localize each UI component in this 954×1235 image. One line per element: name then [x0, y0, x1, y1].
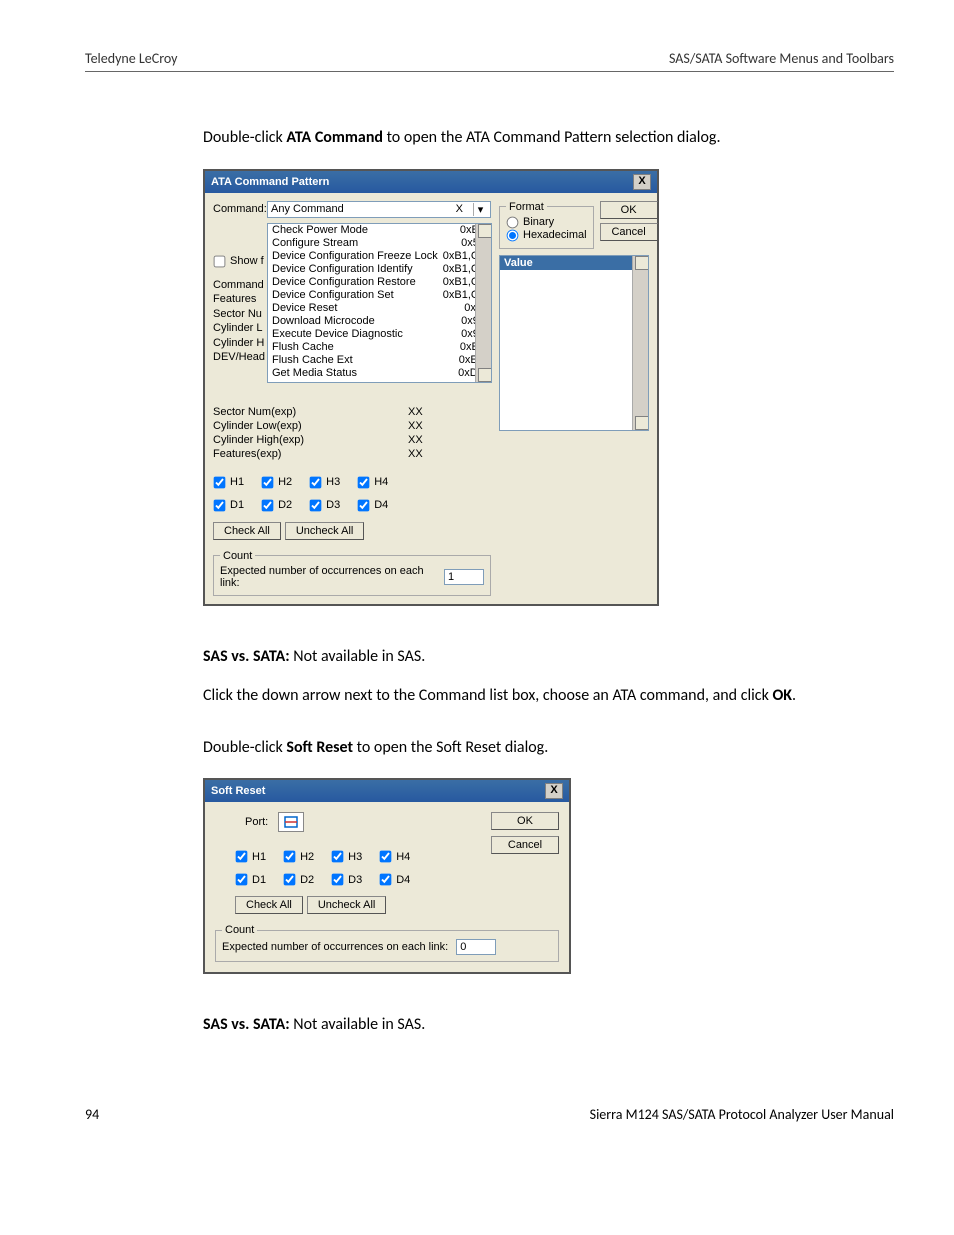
cancel-button[interactable]: Cancel [491, 836, 559, 854]
header-right: SAS/SATA Software Menus and Toolbars [669, 50, 894, 67]
port-label: Port: [245, 816, 268, 828]
sas-note-1: SAS vs. SATA: Not available in SAS. [203, 646, 894, 668]
port-checkbox-d2[interactable]: D2 [283, 873, 314, 886]
dropdown-item[interactable]: Device Configuration Freeze Lock0xB1,C1 [268, 250, 491, 263]
port-checkbox-h4[interactable]: H4 [357, 476, 388, 489]
dropdown-item[interactable]: Device Reset0x 8 [268, 302, 491, 315]
port-checkbox-h2[interactable]: H2 [261, 476, 292, 489]
port-checkbox-h4[interactable]: H4 [379, 850, 410, 863]
dropdown-item[interactable]: Flush Cache0xE7 [268, 341, 491, 354]
field-row: Sector Num(exp)XX [213, 406, 491, 418]
uncheck-all-button[interactable]: Uncheck All [285, 522, 364, 540]
port-checkbox-h1[interactable]: H1 [235, 850, 266, 863]
show-checkbox[interactable]: Show f [213, 255, 264, 268]
port-checkbox-h2[interactable]: H2 [283, 850, 314, 863]
soft-reset-dialog: Soft Reset X OK Cancel Port: [203, 778, 571, 974]
close-icon[interactable]: X [633, 174, 651, 190]
port-checkbox-h1[interactable]: H1 [213, 476, 244, 489]
port-checkbox-d1[interactable]: D1 [213, 499, 244, 512]
dropdown-item[interactable]: Device Configuration Set0xB1,C3 [268, 289, 491, 302]
paragraph-soft-reset-intro: Double-click Soft Reset to open the Soft… [203, 737, 894, 759]
dropdown-item[interactable]: Configure Stream0x51 [268, 237, 491, 250]
dropdown-item[interactable]: Device Configuration Restore0xB1,C0 [268, 276, 491, 289]
count-input[interactable] [444, 569, 484, 585]
format-binary-radio[interactable]: Binary [506, 216, 587, 229]
field-row: Cylinder High(exp)XX [213, 434, 491, 446]
value-grid[interactable]: Value [499, 255, 649, 431]
scrollbar[interactable] [475, 224, 491, 382]
uncheck-all-button[interactable]: Uncheck All [307, 896, 386, 914]
port-checkbox-h3[interactable]: H3 [309, 476, 340, 489]
page-number: 94 [85, 1106, 99, 1123]
dropdown-item[interactable]: Execute Device Diagnostic0x90 [268, 328, 491, 341]
command-label: Command: [213, 203, 267, 215]
dropdown-item[interactable]: Device Configuration Identify0xB1,C2 [268, 263, 491, 276]
port-checkbox-d3[interactable]: D3 [331, 873, 362, 886]
count-fieldset: Count Expected number of occurrences on … [215, 924, 559, 962]
close-icon[interactable]: X [545, 783, 563, 799]
count-label: Expected number of occurrences on each l… [222, 941, 448, 953]
count-input[interactable] [456, 939, 496, 955]
header-rule [85, 71, 894, 72]
ok-button[interactable]: OK [600, 201, 658, 219]
ok-button[interactable]: OK [491, 812, 559, 830]
port-checkbox-d3[interactable]: D3 [309, 499, 340, 512]
port-checkbox-d1[interactable]: D1 [235, 873, 266, 886]
cancel-button[interactable]: Cancel [600, 223, 658, 241]
dropdown-item[interactable]: Download Microcode0x92 [268, 315, 491, 328]
port-checkbox-h3[interactable]: H3 [331, 850, 362, 863]
count-label: Expected number of occurrences on each l… [220, 565, 436, 589]
paragraph-click-ok: Click the down arrow next to the Command… [203, 685, 894, 707]
scrollbar[interactable] [632, 256, 648, 430]
ata-dialog: ATA Command Pattern X Command: Any Comma… [203, 169, 659, 606]
count-fieldset: Count Expected number of occurrences on … [213, 550, 491, 596]
command-dropdown[interactable]: Check Power Mode0xE5Configure Stream0x51… [267, 223, 492, 383]
port-checkbox-d4[interactable]: D4 [379, 873, 410, 886]
paragraph-ata-intro: Double-click ATA Command to open the ATA… [203, 127, 894, 149]
dropdown-item[interactable]: Flush Cache Ext0xEA [268, 354, 491, 367]
footer-title: Sierra M124 SAS/SATA Protocol Analyzer U… [590, 1106, 894, 1123]
header-left: Teledyne LeCroy [85, 50, 178, 67]
field-row: Cylinder Low(exp)XX [213, 420, 491, 432]
port-checkbox-d4[interactable]: D4 [357, 499, 388, 512]
check-all-button[interactable]: Check All [213, 522, 281, 540]
check-all-button[interactable]: Check All [235, 896, 303, 914]
command-combo[interactable]: Any Command X ▾ [267, 201, 491, 218]
chevron-down-icon[interactable]: ▾ [473, 203, 487, 216]
sr-title: Soft Reset [211, 785, 265, 797]
format-hex-radio[interactable]: Hexadecimal [506, 229, 587, 242]
port-icon[interactable] [278, 812, 304, 832]
port-checkbox-d2[interactable]: D2 [261, 499, 292, 512]
dropdown-item[interactable]: Get Media Status0xDA [268, 367, 491, 380]
dropdown-item[interactable]: Check Power Mode0xE5 [268, 224, 491, 237]
ata-title: ATA Command Pattern [211, 176, 329, 188]
field-row: Features(exp)XX [213, 448, 491, 460]
format-fieldset: Format Binary Hexadecimal [499, 201, 594, 249]
sas-note-2: SAS vs. SATA: Not available in SAS. [203, 1014, 894, 1036]
